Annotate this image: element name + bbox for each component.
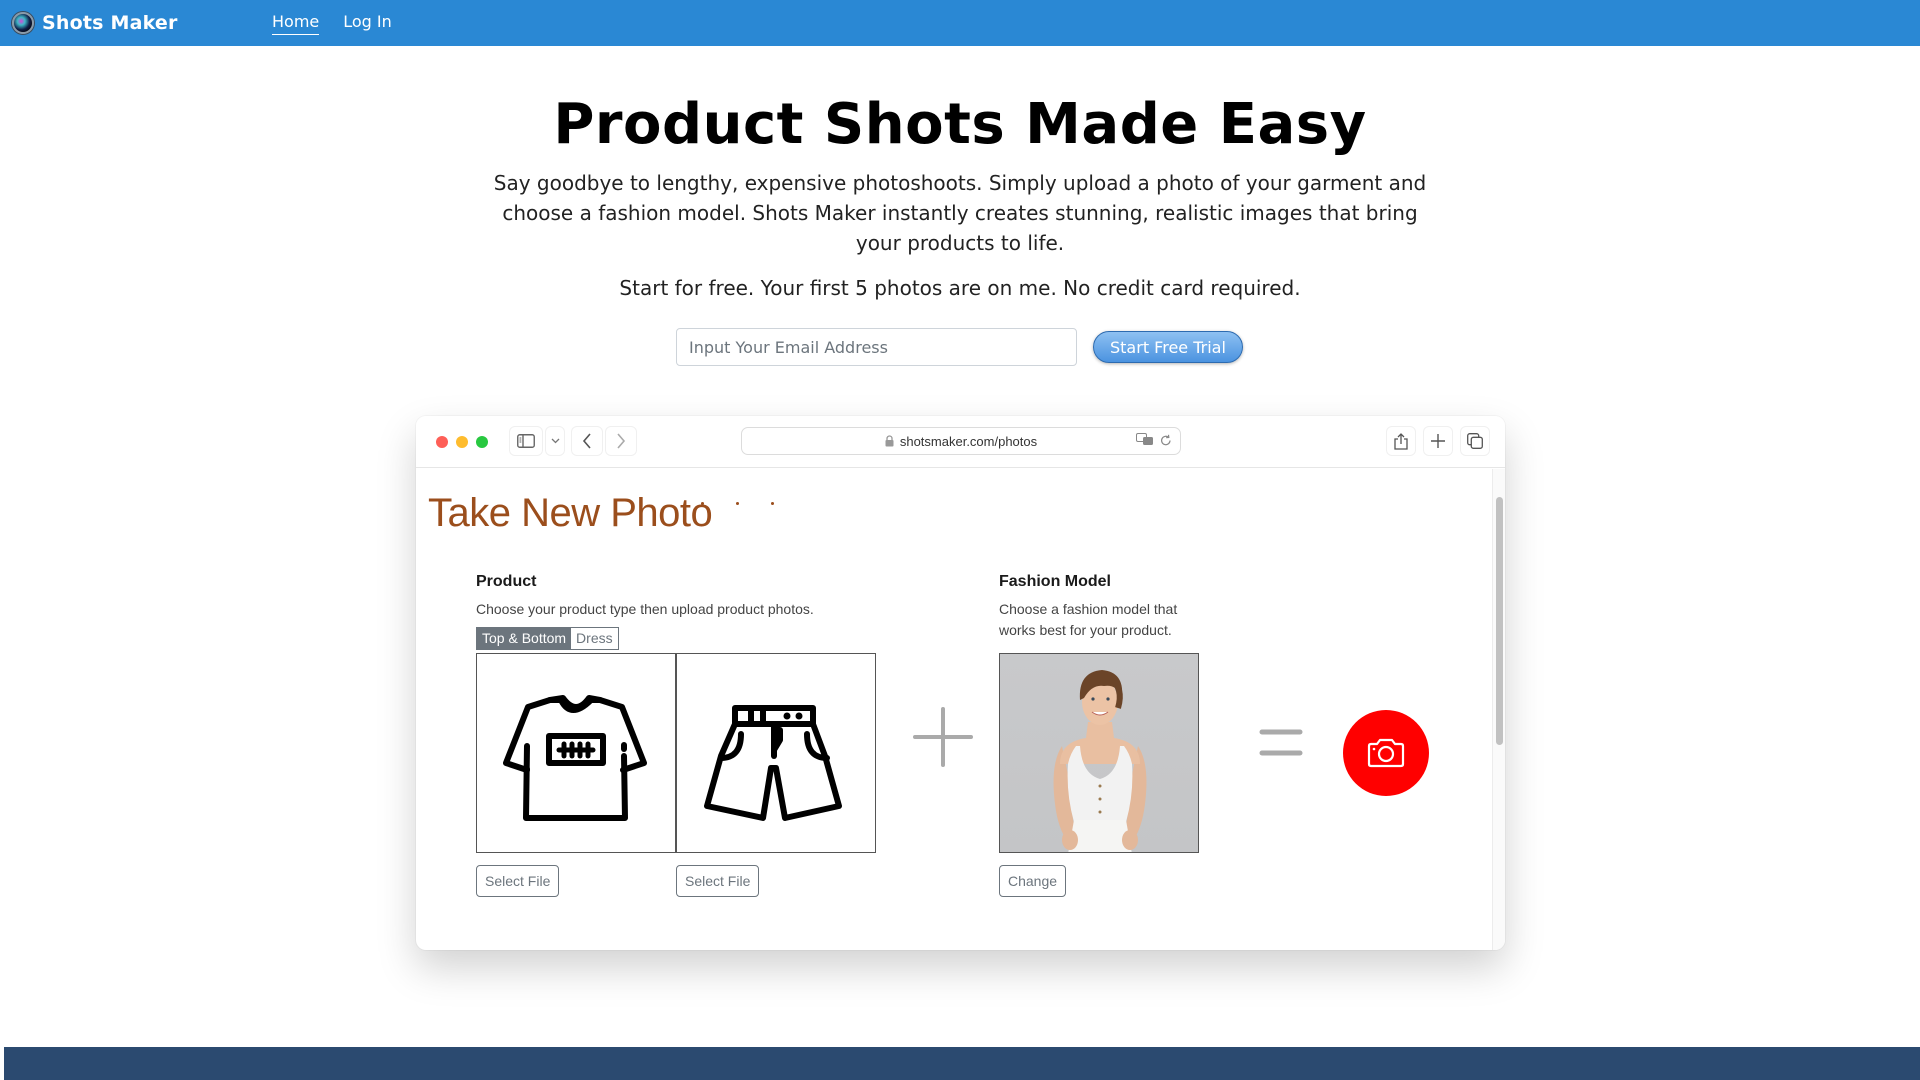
mock-page-content: Take New Photo Product Choose your produ… <box>416 469 1492 950</box>
model-photo <box>999 653 1199 853</box>
hero-title: Product Shots Made Easy <box>553 92 1367 157</box>
new-tab-icon <box>1431 434 1445 448</box>
tabs-overview-icon <box>1467 433 1483 449</box>
top-upload-slot[interactable] <box>476 653 676 853</box>
minimize-window-icon <box>456 436 468 448</box>
translate-icon <box>1136 433 1153 445</box>
bottom-upload-slot[interactable] <box>676 653 876 853</box>
nav-link-login[interactable]: Log In <box>343 12 392 34</box>
product-type-top-bottom[interactable]: Top & Bottom <box>477 628 572 649</box>
lock-icon <box>885 435 894 447</box>
signup-form: Start Free Trial <box>676 328 1243 366</box>
close-window-icon <box>436 436 448 448</box>
fashion-model-description: Choose a fashion model that works best f… <box>999 599 1177 641</box>
free-trial-note: Start for free. Your first 5 photos are … <box>619 276 1301 300</box>
camera-lens-icon <box>12 12 34 34</box>
loading-dot <box>771 502 774 505</box>
start-free-trial-button[interactable]: Start Free Trial <box>1093 331 1243 363</box>
loading-dots <box>701 502 774 505</box>
forward-button <box>605 426 637 456</box>
brand-link[interactable]: Shots Maker <box>12 0 178 46</box>
loading-dot <box>701 502 704 505</box>
window-controls <box>436 436 488 448</box>
product-description: Choose your product type then upload pro… <box>476 601 814 617</box>
hero-description: Say goodbye to lengthy, expensive photos… <box>493 171 1427 255</box>
footer <box>4 1047 1920 1080</box>
browser-toolbar: shotsmaker.com/photos <box>416 416 1505 468</box>
product-heading: Product <box>476 573 537 590</box>
t-shirt-icon <box>503 695 647 821</box>
url-text: shotsmaker.com/photos <box>899 433 1038 449</box>
browser-mockup: shotsmaker.com/photos Take New Photo Pro… <box>416 416 1505 950</box>
fashion-model-description-line2: works best for your product. <box>999 622 1172 638</box>
share-button <box>1386 426 1416 456</box>
shorts-icon <box>704 705 842 821</box>
brand-name: Shots Maker <box>42 12 178 34</box>
product-type-toggle: Top & Bottom Dress <box>476 627 619 650</box>
take-new-photo-title: Take New Photo <box>428 491 713 535</box>
equals-icon <box>1259 729 1303 756</box>
model-figure-image <box>1053 670 1147 852</box>
maximize-window-icon <box>476 436 488 448</box>
new-tab-button <box>1423 426 1453 456</box>
mock-scrollbar-thumb <box>1496 497 1503 745</box>
chevron-down-icon <box>551 438 559 444</box>
sidebar-toggle-button <box>509 426 543 456</box>
reload-icon <box>1161 434 1171 445</box>
product-type-dress[interactable]: Dress <box>571 628 618 649</box>
fashion-model-description-line1: Choose a fashion model that <box>999 601 1178 617</box>
fashion-model-heading: Fashion Model <box>999 573 1111 590</box>
url-bar: shotsmaker.com/photos <box>741 427 1181 455</box>
camera-icon <box>1367 738 1405 768</box>
navbar: Shots Maker Home Log In <box>0 0 1920 46</box>
loading-dot <box>736 502 739 505</box>
tab-group-dropdown <box>545 426 565 456</box>
back-icon <box>582 433 591 449</box>
tabs-overview-button <box>1460 426 1490 456</box>
select-top-file-button[interactable]: Select File <box>476 865 560 897</box>
back-button <box>571 426 603 456</box>
share-icon <box>1394 432 1408 450</box>
plus-icon <box>913 707 973 767</box>
take-photo-button[interactable] <box>1343 710 1429 796</box>
mock-scrollbar <box>1492 469 1505 950</box>
select-bottom-file-button[interactable]: Select File <box>676 865 760 897</box>
forward-icon <box>617 433 626 449</box>
change-model-button[interactable]: Change <box>999 865 1067 897</box>
nav-links: Home Log In <box>272 0 392 46</box>
nav-link-home[interactable]: Home <box>272 12 320 35</box>
sidebar-icon <box>517 434 535 448</box>
email-input[interactable] <box>676 328 1077 366</box>
